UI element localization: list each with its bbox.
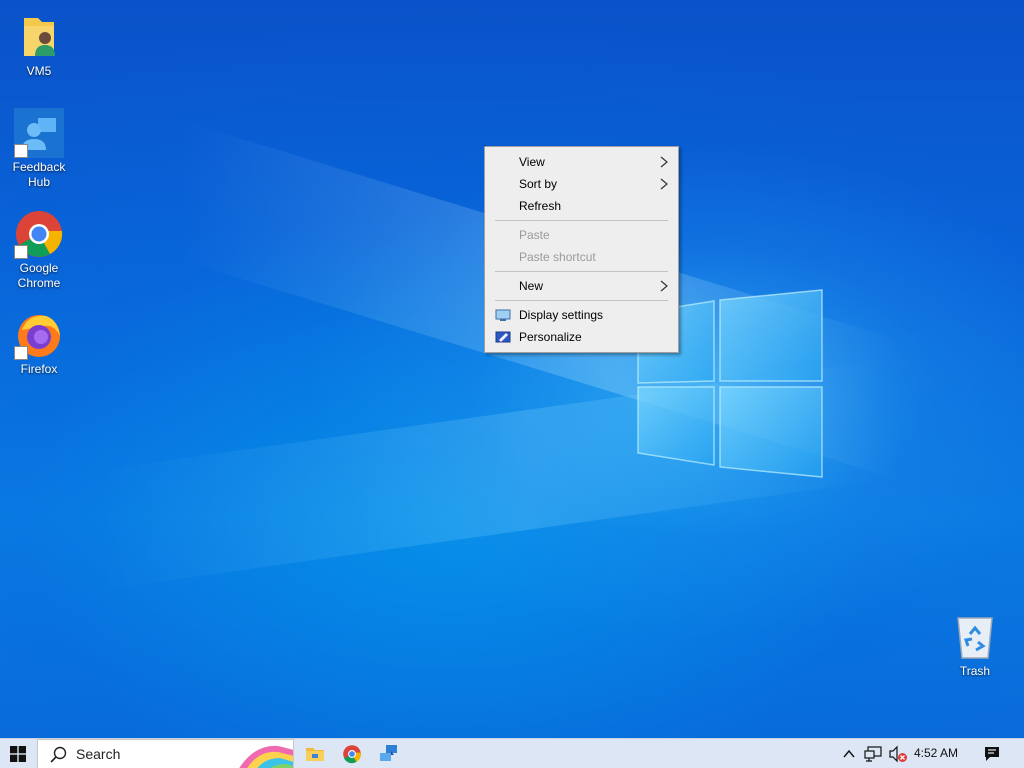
- shortcut-arrow-icon: [14, 144, 28, 158]
- taskbar-file-explorer[interactable]: [304, 743, 326, 765]
- taskbar-search-box[interactable]: Search: [37, 739, 294, 768]
- menu-separator: [495, 300, 668, 301]
- menu-separator: [495, 220, 668, 221]
- firefox-icon: [14, 310, 64, 360]
- display-settings-icon: [495, 309, 511, 321]
- chevron-right-icon: [660, 178, 668, 190]
- recycle-bin-icon: [950, 612, 1000, 662]
- menu-item-label: Refresh: [519, 199, 562, 213]
- file-explorer-icon: [306, 748, 324, 761]
- desktop-icon-feedback-hub[interactable]: Feedback Hub: [4, 108, 74, 190]
- chevron-right-icon: [660, 280, 668, 292]
- menu-item-display-settings[interactable]: Display settings: [485, 304, 678, 326]
- menu-item-paste: Paste: [485, 224, 678, 246]
- menu-item-label: View: [519, 155, 545, 169]
- search-highlight-illustration: [239, 745, 293, 768]
- taskbar: Search 4:52 AM: [0, 738, 1024, 768]
- personalize-icon: [495, 331, 511, 343]
- chrome-icon: [343, 745, 361, 764]
- chevron-right-icon: [660, 156, 668, 168]
- menu-item-label: Paste: [519, 228, 550, 242]
- menu-item-refresh[interactable]: Refresh: [485, 195, 678, 217]
- desktop-icon-trash[interactable]: Trash: [940, 612, 1010, 679]
- desktop-context-menu: View Sort by Refresh Paste Paste shortcu…: [484, 146, 679, 353]
- windows-start-icon: [10, 746, 26, 762]
- desktop-icon-google-chrome[interactable]: Google Chrome: [4, 209, 74, 291]
- taskbar-chrome[interactable]: [341, 743, 363, 765]
- menu-item-label: Paste shortcut: [519, 250, 596, 264]
- desktop-icon-label: Feedback Hub: [12, 160, 66, 189]
- menu-item-label: Display settings: [519, 308, 604, 322]
- desktop-icon-label: Trash: [959, 664, 991, 678]
- menu-item-new[interactable]: New: [485, 275, 678, 297]
- chevron-up-icon[interactable]: [842, 745, 856, 763]
- desktop-icon-label: VM5: [26, 64, 52, 78]
- desktop-icon-label: Firefox: [20, 362, 58, 376]
- menu-item-sort-by[interactable]: Sort by: [485, 173, 678, 195]
- desktop-icon-label: Google Chrome: [17, 261, 61, 290]
- taskbar-remote-desktop[interactable]: [378, 743, 400, 765]
- taskbar-clock[interactable]: 4:52 AM: [914, 746, 958, 760]
- user-folder-icon: [14, 12, 64, 62]
- menu-item-paste-shortcut: Paste shortcut: [485, 246, 678, 268]
- shortcut-arrow-icon: [14, 346, 28, 360]
- menu-item-label: Personalize: [519, 330, 582, 344]
- menu-separator: [495, 271, 668, 272]
- start-button[interactable]: [0, 739, 36, 768]
- remote-desktop-icon: [380, 745, 397, 761]
- desktop-icon-firefox[interactable]: Firefox: [4, 310, 74, 377]
- menu-item-personalize[interactable]: Personalize: [485, 326, 678, 348]
- desktop-icon-vm5[interactable]: VM5: [4, 12, 74, 79]
- menu-item-label: New: [519, 279, 544, 293]
- shortcut-arrow-icon: [14, 245, 28, 259]
- feedback-hub-icon: [14, 108, 64, 158]
- action-center-icon[interactable]: [983, 745, 1001, 763]
- search-icon: [50, 746, 67, 763]
- volume-muted-icon[interactable]: [888, 745, 908, 763]
- menu-item-label: Sort by: [519, 177, 558, 191]
- desktop[interactable]: VM5 Feedback Hub Google Chrome Firefox T…: [0, 0, 1024, 738]
- network-icon[interactable]: [864, 745, 882, 763]
- search-placeholder: Search: [76, 746, 121, 762]
- menu-item-view[interactable]: View: [485, 151, 678, 173]
- chrome-icon: [14, 209, 64, 259]
